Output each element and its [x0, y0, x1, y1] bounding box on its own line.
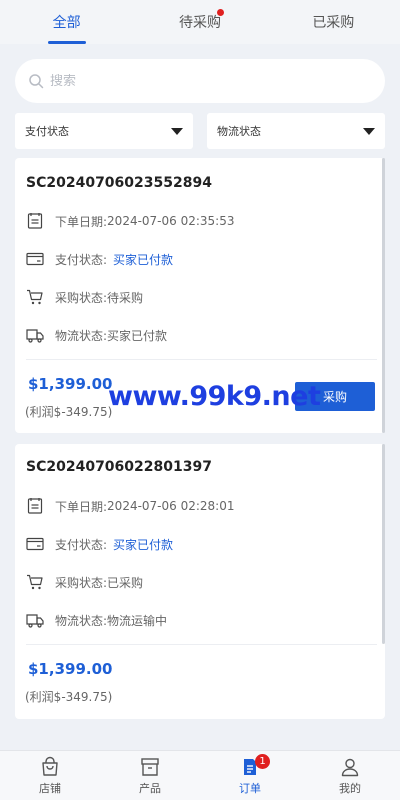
purchase-status-label: 采购状态: — [55, 290, 108, 305]
payment-status-label: 支付状态: — [55, 252, 108, 267]
payment-card-icon — [26, 252, 44, 266]
nav-me[interactable]: 我的 — [300, 751, 400, 800]
tab-pending-purchase-label: 待采购 — [178, 15, 221, 31]
nav-orders-label: 订单 — [239, 781, 261, 795]
tab-pending-purchase[interactable]: 待采购 — [133, 0, 266, 44]
box-icon — [141, 757, 159, 776]
search-bar — [15, 59, 385, 103]
payment-status-filter[interactable]: 支付状态 — [15, 113, 193, 149]
order-date-label: 下单日期: — [55, 499, 108, 514]
tab-purchased[interactable]: 已采购 — [267, 0, 400, 44]
order-count-badge: 1 — [255, 754, 270, 769]
payment-status-row: 支付状态: 买家已付款 — [26, 535, 173, 553]
tab-purchased-label: 已采购 — [312, 15, 355, 31]
cart-icon — [27, 574, 43, 590]
nav-products[interactable]: 产品 — [100, 751, 200, 800]
order-price: $1,399.00 — [28, 660, 113, 678]
search-icon — [29, 74, 44, 89]
person-icon — [341, 758, 359, 776]
nav-products-label: 产品 — [139, 781, 161, 795]
notification-dot — [217, 9, 225, 16]
order-price: $1,399.00 — [28, 375, 113, 393]
logistics-status-value: 物流运输中 — [107, 613, 168, 628]
logistics-status-filter-label: 物流状态 — [217, 125, 261, 138]
payment-status-filter-label: 支付状态 — [25, 125, 69, 138]
order-id: SC20240706023552894 — [26, 175, 212, 191]
divider — [26, 359, 377, 360]
purchase-status-label: 采购状态: — [55, 575, 108, 590]
divider — [26, 644, 377, 645]
order-tabs: 全部 待采购 已采购 — [0, 0, 400, 44]
watermark-text: www.99k9.net — [108, 381, 321, 412]
cart-icon — [27, 289, 43, 305]
logistics-status-label: 物流状态: — [55, 328, 108, 343]
truck-icon — [26, 329, 44, 343]
purchase-status-row: 采购状态: 已采购 — [26, 573, 143, 591]
order-profit: (利润$-349.75) — [25, 405, 113, 419]
active-tab-indicator — [47, 41, 86, 44]
order-date-value: 2024-07-06 02:35:53 — [107, 214, 235, 228]
search-input[interactable] — [50, 73, 385, 89]
tab-all-label: 全部 — [52, 15, 81, 31]
payment-status-row: 支付状态: 买家已付款 — [26, 250, 173, 268]
nav-me-label: 我的 — [339, 781, 361, 795]
calendar-doc-icon — [27, 498, 43, 514]
scrollbar[interactable] — [382, 158, 385, 433]
shop-bag-icon — [42, 756, 58, 776]
payment-status-value: 买家已付款 — [113, 252, 174, 267]
payment-card-icon — [26, 537, 44, 551]
logistics-status-filter[interactable]: 物流状态 — [207, 113, 385, 149]
calendar-doc-icon — [27, 213, 43, 229]
order-date-row: 下单日期: 2024-07-06 02:35:53 — [26, 212, 235, 230]
logistics-status-label: 物流状态: — [55, 613, 108, 628]
logistics-status-value: 买家已付款 — [107, 328, 168, 343]
chevron-down-icon — [171, 127, 183, 135]
scrollbar[interactable] — [382, 444, 385, 644]
payment-status-value: 买家已付款 — [113, 537, 174, 552]
chevron-down-icon — [363, 127, 375, 135]
purchase-status-value: 待采购 — [107, 290, 144, 305]
logistics-status-row: 物流状态: 买家已付款 — [26, 326, 167, 344]
order-date-label: 下单日期: — [55, 214, 108, 229]
truck-icon — [26, 614, 44, 628]
order-date-row: 下单日期: 2024-07-06 02:28:01 — [26, 497, 235, 515]
tab-all[interactable]: 全部 — [0, 0, 133, 44]
nav-shop-label: 店铺 — [39, 781, 61, 795]
order-id: SC20240706022801397 — [26, 459, 212, 475]
nav-shop[interactable]: 店铺 — [0, 751, 100, 800]
nav-orders[interactable]: 订单 1 — [200, 751, 300, 800]
logistics-status-row: 物流状态: 物流运输中 — [26, 611, 167, 629]
order-date-value: 2024-07-06 02:28:01 — [107, 499, 235, 513]
order-profit: (利润$-349.75) — [25, 690, 113, 704]
payment-status-label: 支付状态: — [55, 537, 108, 552]
bottom-nav: 店铺 产品 订单 1 我的 — [0, 750, 400, 800]
purchase-status-value: 已采购 — [107, 575, 144, 590]
order-card[interactable]: SC20240706022801397 下单日期: 2024-07-06 02:… — [15, 444, 385, 719]
purchase-status-row: 采购状态: 待采购 — [26, 288, 143, 306]
